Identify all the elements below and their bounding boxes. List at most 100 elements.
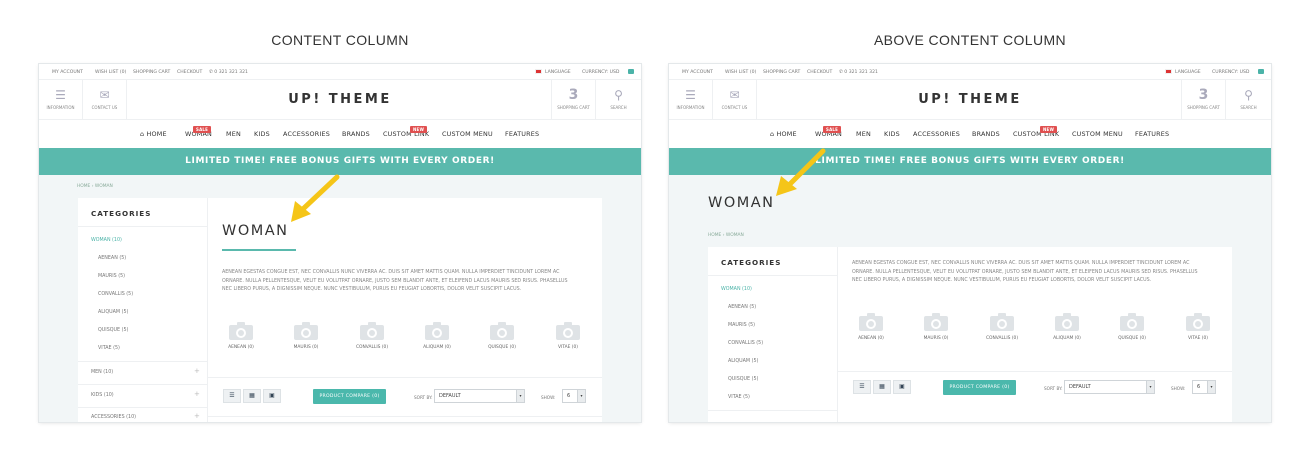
sort-label: SORT BY:	[414, 395, 433, 400]
nav-woman[interactable]: SALE WOMAN	[185, 126, 212, 138]
subcategory-item[interactable]: CONVALLIS (0)	[352, 322, 392, 350]
nav-brands[interactable]: BRANDS	[342, 130, 370, 138]
nav-accessories[interactable]: ACCESSORIES	[913, 130, 960, 138]
checkout-link[interactable]: CHECKOUT	[177, 70, 202, 75]
large-grid-view-button[interactable]: ▣	[263, 389, 281, 403]
category-woman[interactable]: WOMAN (10)	[91, 238, 122, 243]
category-aenean[interactable]: AENEAN (5)	[728, 305, 756, 310]
promo-banner[interactable]: LIMITED TIME! FREE BONUS GIFTS WITH EVER…	[669, 148, 1271, 175]
wishlist-link[interactable]: WISH LIST (0)	[95, 70, 126, 75]
expand-icon[interactable]: +	[194, 412, 200, 420]
chevron-down-icon: ▾	[516, 390, 524, 402]
category-convallis[interactable]: CONVALLIS (5)	[98, 292, 133, 297]
nav-features[interactable]: FEATURES	[1135, 130, 1169, 138]
search-button[interactable]: ⚲ SEARCH	[595, 80, 641, 120]
cart-link[interactable]: SHOPPING CART	[763, 70, 800, 75]
list-view-button[interactable]: ☰	[853, 380, 871, 394]
nav-kids[interactable]: KIDS	[884, 130, 900, 138]
currency-selector[interactable]: CURRENCY: USD	[582, 70, 619, 75]
category-men[interactable]: MEN (10)	[91, 370, 113, 375]
cart-link[interactable]: SHOPPING CART	[133, 70, 170, 75]
subcategory-item[interactable]: MAURIS (0)	[916, 313, 956, 341]
nav-custom-menu[interactable]: CUSTOM MENU	[442, 130, 493, 138]
subcategory-item[interactable]: ALIQUAM (0)	[1047, 313, 1087, 341]
subcategory-item[interactable]: ALIQUAM (0)	[417, 322, 457, 350]
sort-select[interactable]: DEFAULT ▾	[434, 389, 525, 403]
category-aliquam[interactable]: ALIQUAM (5)	[98, 310, 128, 315]
new-badge: NEW	[410, 126, 428, 133]
nav-custom-menu[interactable]: CUSTOM MENU	[1072, 130, 1123, 138]
category-convallis[interactable]: CONVALLIS (5)	[728, 341, 763, 346]
expand-icon[interactable]: +	[194, 390, 200, 398]
subcategory-item[interactable]: AENEAN (0)	[221, 322, 261, 350]
category-aliquam[interactable]: ALIQUAM (5)	[728, 359, 758, 364]
my-account-link[interactable]: MY ACCOUNT	[52, 70, 83, 75]
grid-view-button[interactable]: ▦	[243, 389, 261, 403]
currency-selector[interactable]: CURRENCY: USD	[1212, 70, 1249, 75]
show-select[interactable]: 6 ▾	[562, 389, 586, 403]
subcategory-item[interactable]: VITAE (0)	[1178, 313, 1218, 341]
subcategory-label: QUISQUE (0)	[488, 345, 516, 350]
subcategory-label: MAURIS (0)	[293, 345, 319, 350]
language-selector[interactable]: LANGUAGE	[1175, 70, 1201, 75]
grid-view-button[interactable]: ▦	[873, 380, 891, 394]
nav-custom-link[interactable]: NEW CUSTOM LINK	[1013, 126, 1059, 138]
heading-underline	[222, 249, 296, 251]
product-compare-button[interactable]: PRODUCT COMPARE (0)	[313, 389, 386, 404]
subcategory-label: ALIQUAM (0)	[423, 345, 451, 350]
subcategory-item[interactable]: QUISQUE (0)	[1112, 313, 1152, 341]
breadcrumb-home[interactable]: HOME	[77, 184, 90, 189]
show-value: 6	[567, 393, 571, 399]
sort-select[interactable]: DEFAULT ▾	[1064, 380, 1155, 394]
category-vitae[interactable]: VITAE (5)	[728, 395, 750, 400]
sort-value: DEFAULT	[439, 393, 461, 399]
page-heading: WOMAN	[708, 195, 775, 211]
product-compare-button[interactable]: PRODUCT COMPARE (0)	[943, 380, 1016, 395]
search-icon: ⚲	[614, 88, 623, 102]
subcategory-item[interactable]: MAURIS (0)	[286, 322, 326, 350]
nav-home[interactable]: ⌂ HOME	[140, 130, 167, 138]
subcategory-item[interactable]: VITAE (0)	[548, 322, 588, 350]
nav-features[interactable]: FEATURES	[505, 130, 539, 138]
divider	[78, 384, 208, 385]
nav-woman[interactable]: SALE WOMAN	[815, 126, 842, 138]
flag-icon	[535, 69, 542, 74]
category-aenean[interactable]: AENEAN (5)	[98, 256, 126, 261]
nav-home[interactable]: ⌂ HOME	[770, 130, 797, 138]
search-button[interactable]: ⚲ SEARCH	[1225, 80, 1271, 120]
large-grid-view-button[interactable]: ▣	[893, 380, 911, 394]
language-selector[interactable]: LANGUAGE	[545, 70, 571, 75]
camera-icon	[294, 322, 318, 340]
nav-kids[interactable]: KIDS	[254, 130, 270, 138]
camera-icon	[1186, 313, 1210, 331]
cart-label: SHOPPING CART	[1187, 105, 1220, 110]
subcategory-item[interactable]: AENEAN (0)	[851, 313, 891, 341]
subcategory-item[interactable]: QUISQUE (0)	[482, 322, 522, 350]
description-line: NEC LIBERO PURUS, A DIGNISSIM NEQUE. NUN…	[852, 278, 1152, 284]
nav-men[interactable]: MEN	[856, 130, 871, 138]
cart-button[interactable]: 3 SHOPPING CART	[1181, 80, 1225, 120]
category-mauris[interactable]: MAURIS (5)	[728, 323, 755, 328]
list-view-button[interactable]: ☰	[223, 389, 241, 403]
category-accessories[interactable]: ACCESSORIES (10)	[91, 415, 136, 420]
checkout-link[interactable]: CHECKOUT	[807, 70, 832, 75]
nav-brands[interactable]: BRANDS	[972, 130, 1000, 138]
my-account-link[interactable]: MY ACCOUNT	[682, 70, 713, 75]
nav-custom-link[interactable]: NEW CUSTOM LINK	[383, 126, 429, 138]
category-quisque[interactable]: QUISQUE (5)	[728, 377, 758, 382]
cart-button[interactable]: 3 SHOPPING CART	[551, 80, 595, 120]
nav-men[interactable]: MEN	[226, 130, 241, 138]
category-vitae[interactable]: VITAE (5)	[98, 346, 120, 351]
show-select[interactable]: 6 ▾	[1192, 380, 1216, 394]
category-mauris[interactable]: MAURIS (5)	[98, 274, 125, 279]
sort-label: SORT BY:	[1044, 386, 1063, 391]
expand-icon[interactable]: +	[194, 367, 200, 375]
arrow-icon	[776, 148, 826, 196]
category-kids[interactable]: KIDS (10)	[91, 393, 114, 398]
breadcrumb-home[interactable]: HOME	[708, 233, 721, 238]
wishlist-link[interactable]: WISH LIST (0)	[725, 70, 756, 75]
category-woman[interactable]: WOMAN (10)	[721, 287, 752, 292]
subcategory-item[interactable]: CONVALLIS (0)	[982, 313, 1022, 341]
nav-accessories[interactable]: ACCESSORIES	[283, 130, 330, 138]
category-quisque[interactable]: QUISQUE (5)	[98, 328, 128, 333]
